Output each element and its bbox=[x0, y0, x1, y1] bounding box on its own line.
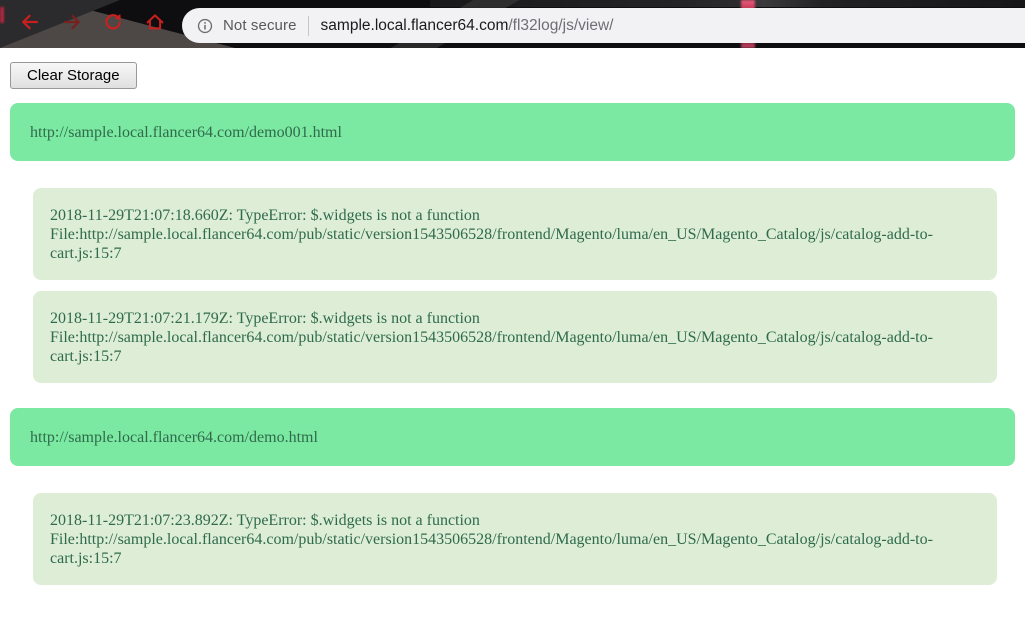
back-button[interactable] bbox=[19, 13, 41, 35]
address-separator bbox=[307, 15, 309, 36]
url-text: sample.local.flancer64.com/fl32log/js/vi… bbox=[321, 17, 614, 35]
log-entry-file: File:http://sample.local.flancer64.com/p… bbox=[50, 531, 933, 567]
log-entry: 2018-11-29T21:07:21.179Z: TypeError: $.w… bbox=[33, 291, 997, 383]
home-button[interactable] bbox=[144, 13, 166, 35]
browser-chrome: Not secure sample.local.flancer64.com/fl… bbox=[0, 0, 1025, 48]
log-group-header: http://sample.local.flancer64.com/demo00… bbox=[10, 103, 1015, 161]
log-entry: 2018-11-29T21:07:18.660Z: TypeError: $.w… bbox=[33, 188, 997, 280]
back-icon bbox=[20, 12, 40, 37]
log-entry-file: File:http://sample.local.flancer64.com/p… bbox=[50, 226, 933, 262]
reload-button[interactable] bbox=[102, 13, 124, 35]
log-entry: 2018-11-29T21:07:23.892Z: TypeError: $.w… bbox=[33, 493, 997, 585]
log-entry-message: 2018-11-29T21:07:18.660Z: TypeError: $.w… bbox=[50, 207, 480, 224]
log-group: http://sample.local.flancer64.com/demo00… bbox=[0, 103, 1025, 383]
browser-window: Not secure sample.local.flancer64.com/fl… bbox=[0, 0, 1025, 626]
address-bar[interactable]: Not secure sample.local.flancer64.com/fl… bbox=[182, 8, 1025, 43]
url-domain: sample.local.flancer64.com bbox=[320, 16, 509, 34]
forward-button[interactable] bbox=[61, 13, 83, 35]
log-list: http://sample.local.flancer64.com/demo00… bbox=[0, 103, 1025, 585]
security-label: Not secure bbox=[223, 17, 297, 34]
info-icon[interactable] bbox=[196, 17, 214, 35]
reload-icon bbox=[103, 12, 123, 37]
log-entry-message: 2018-11-29T21:07:21.179Z: TypeError: $.w… bbox=[50, 310, 480, 327]
clear-storage-button[interactable]: Clear Storage bbox=[10, 62, 137, 89]
log-group: http://sample.local.flancer64.com/demo.h… bbox=[0, 408, 1025, 585]
log-entry-file: File:http://sample.local.flancer64.com/p… bbox=[50, 329, 933, 365]
page-content: Clear Storage http://sample.local.flance… bbox=[0, 48, 1025, 610]
home-icon bbox=[145, 12, 165, 37]
log-entry-message: 2018-11-29T21:07:23.892Z: TypeError: $.w… bbox=[50, 512, 480, 529]
forward-icon bbox=[62, 12, 82, 37]
log-group-header: http://sample.local.flancer64.com/demo.h… bbox=[10, 408, 1015, 466]
theme-decoration bbox=[0, 7, 4, 23]
url-path: /fl32log/js/view/ bbox=[508, 16, 614, 34]
